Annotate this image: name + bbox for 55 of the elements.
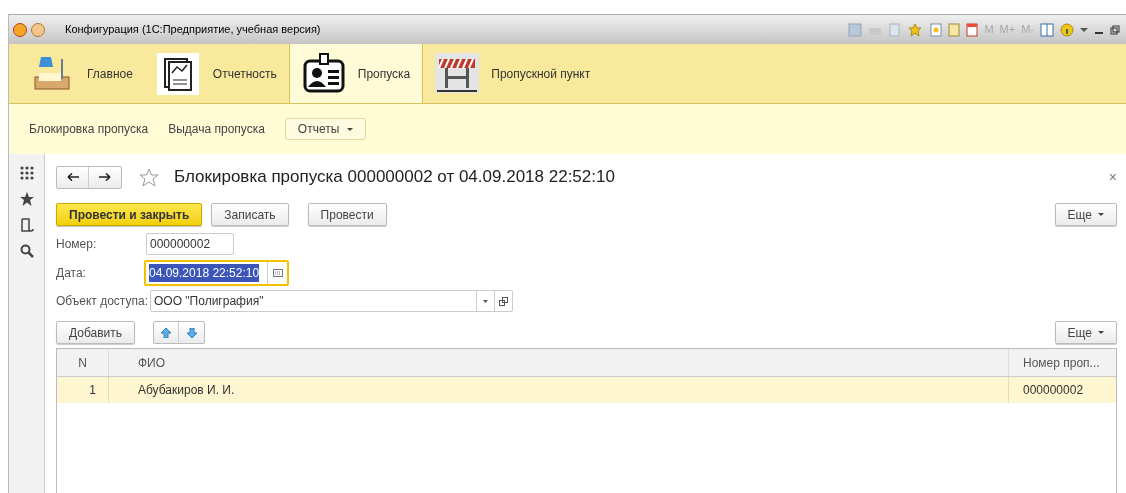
logo-icon[interactable] — [13, 22, 27, 37]
field-label: Объект доступа: — [56, 293, 149, 310]
column-header[interactable]: Номер проп... — [1009, 349, 1116, 376]
left-arrow-icon — [66, 173, 79, 181]
field-label: Дата: — [56, 265, 87, 282]
table-cell: Абубакиров И. И. — [109, 377, 1009, 403]
section-tab[interactable]: Пропускной пункт — [423, 44, 603, 103]
add-button[interactable]: Добавить — [56, 321, 136, 344]
window-title: Конфигурация (1С:Предприятие, учебная версия) — [65, 22, 321, 38]
caret-icon — [483, 299, 488, 303]
table-cell: 1 — [57, 377, 109, 403]
reports-menu-button[interactable]: Отчеты — [284, 118, 367, 140]
column-header[interactable]: ФИО — [109, 349, 1009, 376]
date-field[interactable]: 04.09.2018 22:52:10 — [144, 260, 289, 286]
star-icon[interactable] — [139, 167, 159, 187]
caret-icon — [347, 127, 354, 131]
bookmark-icon[interactable] — [930, 22, 943, 37]
more-button[interactable]: Еще — [1054, 203, 1117, 226]
panel-icon[interactable] — [1040, 22, 1054, 37]
field-label: Номер: — [56, 236, 98, 253]
search-icon[interactable] — [19, 244, 34, 258]
more-button[interactable]: Еще — [1054, 321, 1117, 344]
calendar-icon — [272, 269, 283, 277]
down-arrow-icon — [186, 327, 197, 338]
table-cell-text: 000000002 — [1022, 382, 1085, 399]
close-button[interactable]: × — [1108, 170, 1117, 184]
nav-link[interactable]: Блокировка пропуска — [29, 120, 149, 138]
caret-icon — [1098, 331, 1104, 334]
caret-icon[interactable] — [1080, 26, 1088, 33]
toolbar-button[interactable]: Провести — [307, 203, 387, 226]
open-icon — [499, 296, 508, 306]
id-badge-icon — [301, 52, 346, 95]
up-arrow-icon — [161, 327, 172, 338]
calendar-icon[interactable] — [966, 22, 979, 37]
right-arrow-icon — [99, 173, 111, 181]
report-icon — [156, 52, 201, 95]
menu-icon[interactable] — [31, 22, 45, 37]
section-tab[interactable]: Отчетность — [144, 44, 289, 103]
column-header[interactable]: N — [57, 349, 109, 376]
table-row[interactable]: 1 Абубакиров И. И. 000000002 — [57, 377, 1116, 403]
toolbar-button[interactable]: Записать — [211, 203, 289, 226]
restore-icon[interactable] — [1110, 24, 1120, 35]
section-tab[interactable]: Пропуска — [288, 44, 424, 103]
form-title: Блокировка пропуска 000000002 от 04.09.2018 22:52:10 — [174, 166, 615, 189]
section-tab[interactable]: Главное — [19, 44, 145, 103]
post-and-close-button[interactable]: Провести и закрыть — [56, 203, 203, 226]
choice-field[interactable]: ООО "Полиграфия" — [150, 290, 513, 312]
input-field[interactable]: 000000002 — [146, 233, 234, 255]
nav-link[interactable]: Выдача пропуска — [168, 120, 265, 138]
caret-icon — [1098, 213, 1104, 216]
history-icon[interactable] — [19, 218, 34, 232]
grid-icon[interactable] — [19, 166, 34, 180]
info-icon[interactable] — [1060, 22, 1074, 37]
star-icon[interactable] — [19, 192, 34, 206]
barrier-icon — [435, 52, 480, 95]
